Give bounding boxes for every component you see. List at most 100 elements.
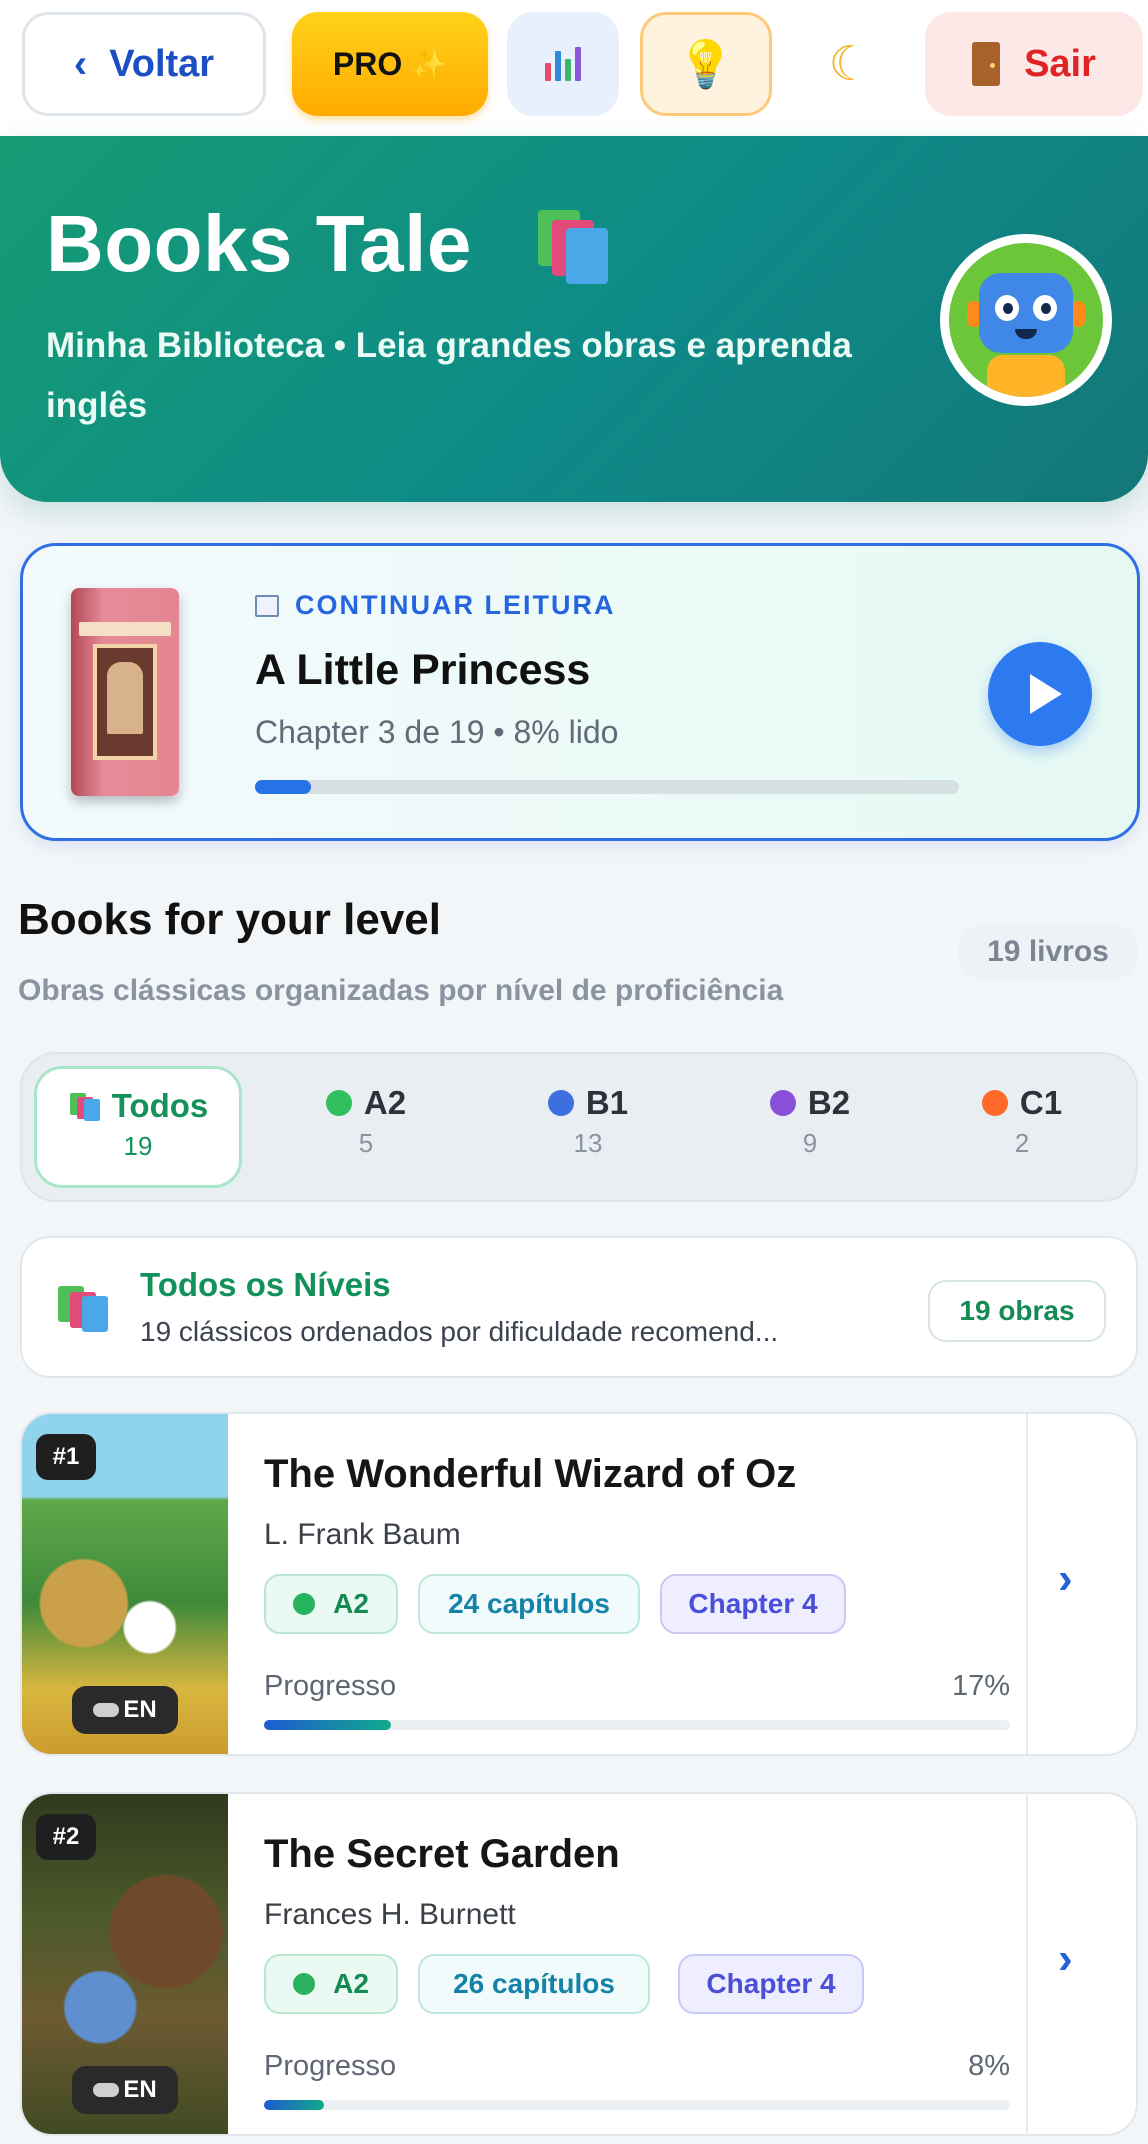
book-cover: #2 EN <box>22 1794 228 2134</box>
divider <box>1026 1414 1028 1754</box>
bar-chart-icon <box>545 47 581 81</box>
tab-level-all[interactable]: Todos 19 <box>34 1066 242 1188</box>
tab-count: 5 <box>358 1128 374 1158</box>
green-dot-icon <box>293 1593 316 1615</box>
hero-banner: Books Tale Minha Biblioteca • Leia grand… <box>0 136 1148 502</box>
top-bar: ‹ Voltar PRO ✨ 💡 ☾ Sair <box>0 0 1148 136</box>
book-card[interactable]: #1 EN The Wonderful Wizard of Oz L. Fran… <box>20 1412 1138 1756</box>
stats-button[interactable] <box>507 12 619 116</box>
level-info-card: Todos os Níveis 19 clássicos ordenados p… <box>20 1236 1138 1378</box>
progress-fill <box>264 1720 391 1730</box>
language-label: EN <box>123 2076 157 2103</box>
level-tag-label: A2 <box>333 1968 369 1999</box>
green-dot-icon <box>293 1973 316 1995</box>
tab-count: 2 <box>1014 1128 1030 1158</box>
page-title: Books Tale <box>46 198 472 290</box>
tab-level-c1[interactable]: C1 2 <box>918 1066 1126 1188</box>
progress-bar <box>264 2100 1010 2110</box>
section-subtitle: Obras clássicas organizadas por nível de… <box>18 974 784 1007</box>
book-author: Frances H. Burnett <box>264 1898 516 1931</box>
exit-label: Sair <box>1024 42 1096 85</box>
current-chapter-tag: Chapter 4 <box>678 1954 864 2014</box>
chapters-tag: 24 capítulos <box>418 1574 640 1634</box>
pro-button[interactable]: PRO ✨ <box>292 12 488 116</box>
progress-percent: 8% <box>968 2050 1010 2082</box>
sparkle-icon: ✨ <box>412 48 448 80</box>
tab-label: C1 <box>1019 1084 1063 1121</box>
level-tag: A2 <box>264 1954 398 2014</box>
book-author: L. Frank Baum <box>264 1518 461 1551</box>
tab-level-a2[interactable]: A2 5 <box>262 1066 470 1188</box>
blue-dot-icon <box>547 1090 574 1116</box>
language-badge: EN <box>72 2066 178 2114</box>
language-label: EN <box>123 1696 157 1723</box>
tab-label: B1 <box>585 1084 629 1121</box>
tab-count: 9 <box>802 1128 818 1158</box>
tab-label: Todos <box>111 1087 209 1124</box>
continue-label-text: CONTINUAR LEITURA <box>295 590 616 620</box>
progress-fill <box>264 2100 324 2110</box>
tab-level-b1[interactable]: B1 13 <box>484 1066 692 1188</box>
glasses-icon <box>93 1703 120 1717</box>
language-badge: EN <box>72 1686 178 1734</box>
book-cover: #1 EN <box>22 1414 228 1754</box>
purple-dot-icon <box>769 1090 796 1116</box>
divider <box>1026 1794 1028 2134</box>
chapters-tag: 26 capítulos <box>418 1954 650 2014</box>
door-icon <box>972 42 1001 86</box>
orange-dot-icon <box>981 1090 1008 1116</box>
level-info-title: Todos os Níveis <box>140 1266 391 1303</box>
book-card[interactable]: #2 EN The Secret Garden Frances H. Burne… <box>20 1792 1138 2136</box>
moon-icon: ☾ <box>828 38 872 91</box>
progress-bar <box>264 1720 1010 1730</box>
glasses-icon <box>93 2083 120 2097</box>
book-title: The Secret Garden <box>264 1832 620 1876</box>
app-title: Books Tale <box>46 199 472 288</box>
books-icon <box>58 1284 110 1334</box>
tab-level-b2[interactable]: B2 9 <box>706 1066 914 1188</box>
books-icon <box>68 1091 102 1121</box>
level-tag: A2 <box>264 1574 398 1634</box>
book-title: The Wonderful Wizard of Oz <box>264 1452 797 1496</box>
tab-label: A2 <box>363 1084 407 1121</box>
books-count-badge: 19 livros <box>958 922 1138 982</box>
level-tag-label: A2 <box>333 1588 369 1619</box>
progress-label: Progresso <box>264 2050 397 2082</box>
rank-badge: #2 <box>36 1814 96 1860</box>
rank-badge: #1 <box>36 1434 96 1480</box>
tips-button[interactable]: 💡 <box>640 12 772 116</box>
works-count-badge: 19 obras <box>928 1280 1106 1342</box>
level-info-subtitle: 19 clássicos ordenados por dificuldade r… <box>140 1316 779 1347</box>
tab-count: 13 <box>573 1128 603 1158</box>
avatar[interactable] <box>940 234 1112 406</box>
dark-mode-toggle[interactable]: ☾ <box>795 12 905 116</box>
back-label: Voltar <box>109 42 215 85</box>
books-icon <box>532 206 612 286</box>
green-dot-icon <box>325 1090 352 1116</box>
chevron-right-icon[interactable]: › <box>1058 1554 1073 1604</box>
level-filter-tabs: Todos 19 A2 5 B1 13 B2 9 C1 2 <box>20 1052 1138 1202</box>
robot-mascot-icon <box>949 243 1103 397</box>
tab-label: B2 <box>807 1084 851 1121</box>
pro-label: PRO <box>332 45 403 82</box>
play-button[interactable] <box>988 642 1092 746</box>
continue-progress-bar <box>255 780 959 794</box>
continue-reading-label: CONTINUAR LEITURA <box>255 590 615 621</box>
progress-percent: 17% <box>951 1670 1010 1702</box>
hero-subtitle: Minha Biblioteca • Leia grandes obras e … <box>46 326 852 425</box>
tab-count: 19 <box>123 1131 153 1161</box>
back-button[interactable]: ‹ Voltar <box>22 12 266 116</box>
section-title: Books for your level <box>18 895 442 944</box>
continue-reading-card[interactable]: CONTINUAR LEITURA A Little Princess Chap… <box>20 543 1140 841</box>
book-cover <box>71 588 179 796</box>
continue-book-meta: Chapter 3 de 19 • 8% lido <box>255 714 619 750</box>
current-chapter-tag: Chapter 4 <box>660 1574 846 1634</box>
book-icon <box>255 594 279 617</box>
continue-book-title: A Little Princess <box>255 646 591 694</box>
chevron-right-icon[interactable]: › <box>1058 1934 1073 1984</box>
progress-label: Progresso <box>264 1670 397 1702</box>
continue-progress-fill <box>255 780 312 794</box>
chevron-left-icon: ‹ <box>73 41 88 86</box>
exit-button[interactable]: Sair <box>925 12 1143 116</box>
lightbulb-icon: 💡 <box>677 37 735 90</box>
